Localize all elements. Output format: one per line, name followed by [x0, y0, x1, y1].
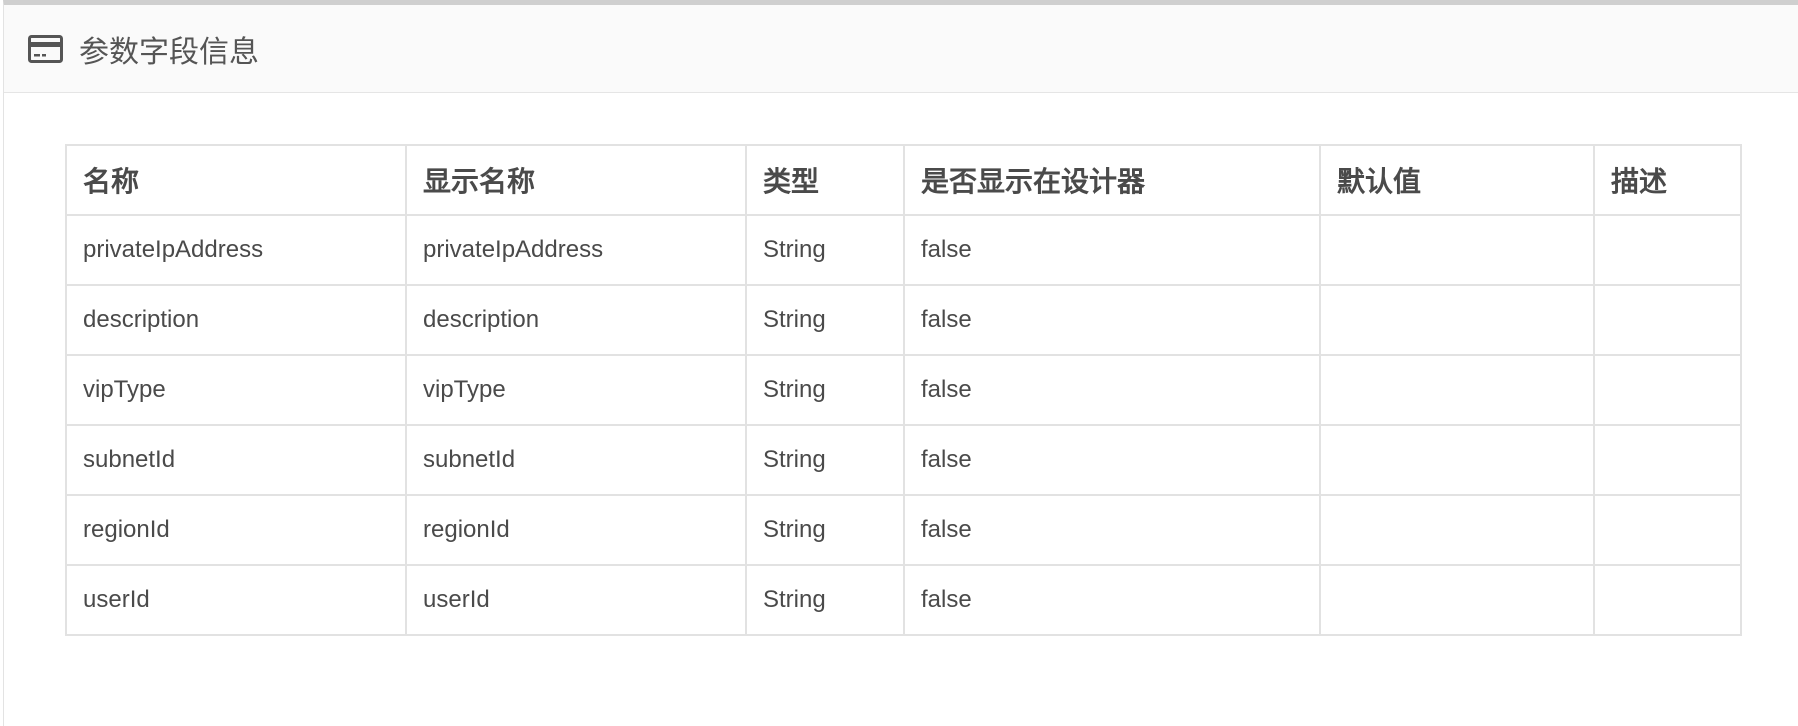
cell-display-name: privateIpAddress	[405, 214, 747, 286]
column-header-description: 描述	[1593, 144, 1742, 216]
cell-description	[1593, 494, 1742, 566]
table-row: subnetId subnetId String false	[65, 424, 1742, 496]
cell-default-value	[1319, 424, 1595, 496]
cell-show-in-designer: false	[903, 424, 1321, 496]
cell-name: regionId	[65, 494, 407, 566]
cell-display-name: regionId	[405, 494, 747, 566]
cell-show-in-designer: false	[903, 494, 1321, 566]
field-table: 名称 显示名称 类型 是否显示在设计器 默认值 描述 privateIpAddr…	[65, 144, 1742, 636]
table-row: description description String false	[65, 284, 1742, 356]
cell-default-value	[1319, 354, 1595, 426]
cell-default-value	[1319, 284, 1595, 356]
column-header-show-in-designer: 是否显示在设计器	[903, 144, 1321, 216]
cell-description	[1593, 564, 1742, 636]
cell-description	[1593, 354, 1742, 426]
cell-show-in-designer: false	[903, 354, 1321, 426]
cell-show-in-designer: false	[903, 214, 1321, 286]
field-table-container: 名称 显示名称 类型 是否显示在设计器 默认值 描述 privateIpAddr…	[65, 144, 1742, 636]
cell-show-in-designer: false	[903, 564, 1321, 636]
cell-show-in-designer: false	[903, 284, 1321, 356]
table-header-row: 名称 显示名称 类型 是否显示在设计器 默认值 描述	[65, 144, 1742, 216]
cell-default-value	[1319, 564, 1595, 636]
column-header-type: 类型	[745, 144, 905, 216]
credit-card-icon	[28, 34, 63, 63]
field-info-panel: 参数字段信息 名称 显示名称 类型 是否显示在设计器 默认值 描述 privat…	[3, 0, 1798, 726]
cell-description	[1593, 424, 1742, 496]
cell-name: description	[65, 284, 407, 356]
cell-type: String	[745, 564, 905, 636]
cell-type: String	[745, 424, 905, 496]
panel-title: 参数字段信息	[79, 35, 259, 69]
cell-description	[1593, 214, 1742, 286]
table-row: userId userId String false	[65, 564, 1742, 636]
cell-name: userId	[65, 564, 407, 636]
column-header-name: 名称	[65, 144, 407, 216]
cell-name: vipType	[65, 354, 407, 426]
cell-description	[1593, 284, 1742, 356]
column-header-default-value: 默认值	[1319, 144, 1595, 216]
cell-type: String	[745, 214, 905, 286]
cell-name: privateIpAddress	[65, 214, 407, 286]
cell-type: String	[745, 494, 905, 566]
column-header-display-name: 显示名称	[405, 144, 747, 216]
cell-display-name: userId	[405, 564, 747, 636]
table-row: regionId regionId String false	[65, 494, 1742, 566]
cell-type: String	[745, 284, 905, 356]
panel-header: 参数字段信息	[4, 5, 1798, 93]
cell-display-name: subnetId	[405, 424, 747, 496]
table-row: privateIpAddress privateIpAddress String…	[65, 214, 1742, 286]
cell-name: subnetId	[65, 424, 407, 496]
cell-type: String	[745, 354, 905, 426]
cell-default-value	[1319, 494, 1595, 566]
cell-display-name: vipType	[405, 354, 747, 426]
cell-display-name: description	[405, 284, 747, 356]
cell-default-value	[1319, 214, 1595, 286]
table-row: vipType vipType String false	[65, 354, 1742, 426]
